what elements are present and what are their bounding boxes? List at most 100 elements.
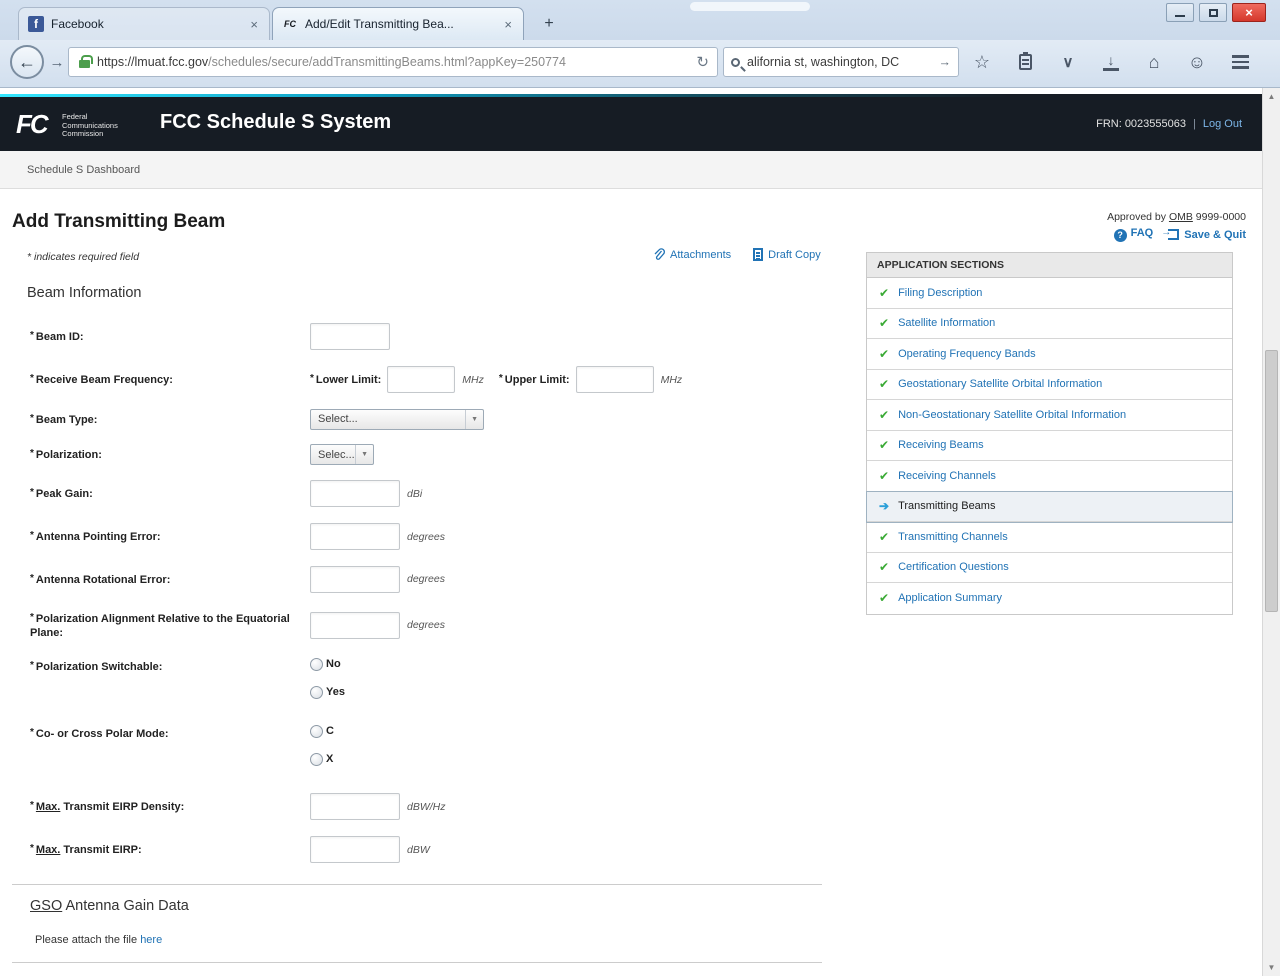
beam-id-label-text: Beam ID: bbox=[36, 331, 84, 343]
sidebar-item-geostationary-orbital-info: ✔ Geostationary Satellite Orbital Informa… bbox=[867, 370, 1232, 401]
back-button[interactable]: ← bbox=[10, 45, 44, 79]
antenna-rotational-error-input[interactable] bbox=[310, 566, 400, 593]
logo-line-3: Commission bbox=[62, 129, 103, 138]
polarization-row: *Polarization: Selec...▼ bbox=[30, 437, 822, 472]
scrollbar-thumb[interactable] bbox=[1265, 350, 1278, 612]
downloads-icon[interactable]: ↓ bbox=[1099, 50, 1123, 74]
sidebar-link[interactable]: Filing Description bbox=[898, 287, 982, 299]
co-cross-polar-mode-control: C X bbox=[310, 717, 334, 773]
required-marker: * bbox=[310, 373, 314, 384]
sidebar-link[interactable]: Certification Questions bbox=[898, 561, 1009, 573]
sidebar-item-transmitting-channels: ✔Transmitting Channels bbox=[867, 522, 1232, 553]
background-window-peek bbox=[690, 2, 810, 11]
required-marker: * bbox=[30, 487, 34, 498]
bookmarks-panel-icon[interactable] bbox=[1013, 50, 1037, 74]
sidebar-link[interactable]: Geostationary Satellite Orbital Informat… bbox=[898, 378, 1102, 390]
radio-button-icon[interactable] bbox=[310, 753, 323, 766]
polarization-switchable-yes-option[interactable]: Yes bbox=[310, 678, 345, 706]
minimize-button[interactable] bbox=[1166, 3, 1194, 22]
search-go-icon[interactable]: → bbox=[939, 55, 952, 69]
polarization-alignment-control: degrees bbox=[310, 612, 445, 639]
radio-button-icon[interactable] bbox=[310, 725, 323, 738]
menu-hamburger-icon[interactable] bbox=[1228, 50, 1252, 74]
sidebar-item-application-summary: ✔Application Summary bbox=[867, 583, 1232, 614]
attachments-link[interactable]: Attachments bbox=[653, 248, 731, 261]
peak-gain-row: *Peak Gain: dBi bbox=[30, 472, 822, 515]
breadcrumb-dashboard-link[interactable]: Schedule S Dashboard bbox=[27, 164, 140, 176]
sidebar-link[interactable]: Receiving Channels bbox=[898, 470, 996, 482]
check-icon: ✔ bbox=[879, 347, 889, 361]
sidebar-link[interactable]: Receiving Beams bbox=[898, 439, 984, 451]
sidebar-link[interactable]: Application Summary bbox=[898, 592, 1002, 604]
antenna-pointing-error-label: *Antenna Pointing Error: bbox=[30, 529, 310, 544]
new-tab-button[interactable]: + bbox=[534, 11, 564, 37]
page-scrollbar[interactable]: ▲ ▼ bbox=[1262, 88, 1280, 976]
upper-limit-input[interactable] bbox=[576, 366, 654, 393]
sidebar-link[interactable]: Satellite Information bbox=[898, 317, 995, 329]
draft-copy-link[interactable]: Draft Copy bbox=[753, 248, 821, 261]
document-links: Attachments Draft Copy bbox=[653, 248, 821, 261]
antenna-pointing-error-input[interactable] bbox=[310, 523, 400, 550]
search-bar[interactable]: alifornia st, washington, DC → bbox=[723, 47, 959, 77]
co-polar-option[interactable]: C bbox=[310, 717, 334, 745]
tab-close-icon[interactable]: × bbox=[502, 17, 514, 32]
lower-limit-input[interactable] bbox=[387, 366, 455, 393]
max-transmit-eirp-input[interactable] bbox=[310, 836, 400, 863]
chevron-down-icon: ▼ bbox=[465, 410, 483, 429]
polarization-switchable-label: *Polarization Switchable: bbox=[30, 650, 310, 674]
sidebar-link[interactable]: Non-Geostationary Satellite Orbital Info… bbox=[898, 409, 1126, 421]
tab-fcc-schedule-s[interactable]: FC Add/Edit Transmitting Bea... × bbox=[272, 7, 524, 40]
required-marker: * bbox=[499, 373, 503, 384]
polarization-switchable-no-option[interactable]: No bbox=[310, 650, 341, 678]
pocket-icon[interactable]: ∨ bbox=[1056, 50, 1080, 74]
co-cross-polar-mode-row: *Co- or Cross Polar Mode: C X bbox=[30, 717, 822, 785]
scrollbar-up-icon[interactable]: ▲ bbox=[1263, 88, 1280, 105]
download-arrow-icon: ↓ bbox=[1103, 53, 1119, 71]
attach-here-link[interactable]: here bbox=[140, 934, 162, 946]
check-icon: ✔ bbox=[879, 408, 889, 422]
beam-type-control: Select...▼ bbox=[310, 409, 484, 430]
polarization-alignment-row: *Polarization Alignment Relative to the … bbox=[30, 600, 822, 650]
fcc-logo-text: Federal Communications Commission bbox=[62, 113, 118, 139]
tab-close-icon[interactable]: × bbox=[248, 17, 260, 32]
radio-button-icon[interactable] bbox=[310, 658, 323, 671]
beam-id-input[interactable] bbox=[310, 323, 390, 350]
radio-button-icon[interactable] bbox=[310, 686, 323, 699]
peak-gain-control: dBi bbox=[310, 480, 422, 507]
lower-limit-label-text: Lower Limit: bbox=[316, 374, 381, 386]
chevron-down-icon: ▼ bbox=[355, 445, 373, 464]
url-domain: https://lmuat.fcc.gov bbox=[97, 55, 208, 69]
cross-polar-option[interactable]: X bbox=[310, 745, 333, 773]
receive-beam-frequency-label: *Receive Beam Frequency: bbox=[30, 372, 310, 387]
max-transmit-eirp-density-input[interactable] bbox=[310, 793, 400, 820]
beam-type-select[interactable]: Select...▼ bbox=[310, 409, 484, 430]
url-bar[interactable]: https://lmuat.fcc.gov/schedules/secure/a… bbox=[68, 47, 718, 77]
omb-approval-note: Approved by OMB 9999-0000 bbox=[1107, 211, 1246, 223]
polarization-selected-value: Selec... bbox=[318, 449, 355, 461]
bookmark-star-icon[interactable]: ☆ bbox=[970, 50, 994, 74]
save-quit-link[interactable]: Save & Quit bbox=[1168, 229, 1246, 241]
scrollbar-down-icon[interactable]: ▼ bbox=[1263, 959, 1280, 976]
hello-smiley-icon[interactable]: ☺ bbox=[1185, 50, 1209, 74]
gso-heading-text: Antenna Gain Data bbox=[62, 898, 189, 914]
home-icon[interactable]: ⌂ bbox=[1142, 50, 1166, 74]
approved-suffix: 9999-0000 bbox=[1193, 211, 1246, 223]
maximize-button[interactable] bbox=[1199, 3, 1227, 22]
polarization-alignment-input[interactable] bbox=[310, 612, 400, 639]
forward-button[interactable]: → bbox=[47, 53, 67, 73]
close-button[interactable]: × bbox=[1232, 3, 1266, 22]
sidebar-link[interactable]: Operating Frequency Bands bbox=[898, 348, 1036, 360]
reload-icon[interactable]: ↻ bbox=[696, 53, 709, 71]
beam-information-heading: Beam Information bbox=[27, 285, 141, 301]
logout-link[interactable]: Log Out bbox=[1203, 118, 1242, 130]
faq-link[interactable]: ?FAQ bbox=[1114, 227, 1154, 242]
sidebar-link[interactable]: Transmitting Channels bbox=[898, 531, 1008, 543]
max-transmit-eirp-unit: dBW bbox=[407, 844, 430, 856]
beam-type-row: *Beam Type: Select...▼ bbox=[30, 401, 822, 437]
sidebar-current-item[interactable]: Transmitting Beams bbox=[898, 500, 995, 512]
polarization-select[interactable]: Selec...▼ bbox=[310, 444, 374, 465]
check-icon: ✔ bbox=[879, 377, 889, 391]
peak-gain-input[interactable] bbox=[310, 480, 400, 507]
frn-label: FRN: 0023555063 bbox=[1096, 118, 1186, 130]
tab-facebook[interactable]: f Facebook × bbox=[18, 7, 270, 40]
